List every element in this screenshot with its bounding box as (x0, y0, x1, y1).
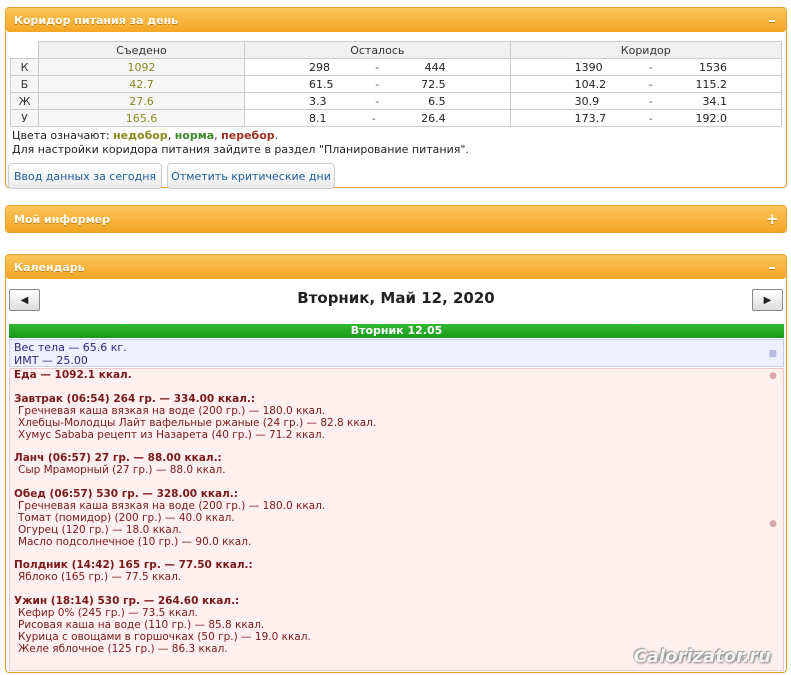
legend-under: недобор (113, 129, 168, 142)
corridor-range: 1390-1536 (509, 58, 783, 76)
collapse-icon[interactable]: – (766, 11, 778, 29)
row-label: Б (10, 75, 39, 93)
site-watermark: Calorizator.ru (633, 646, 771, 667)
corridor-range: 173.7-192.0 (509, 109, 783, 127)
legend-norm: норма (174, 129, 215, 142)
left-range: 3.3-6.5 (244, 92, 511, 110)
bmi-line: ИМТ — 25.00 (14, 354, 88, 367)
expand-icon[interactable]: + (766, 210, 779, 228)
corridor-table: Съедено Осталось Коридор К 1092 298-444 139… (10, 41, 783, 127)
food-box[interactable]: ● ● Еда — 1092.1 ккал. Завтрак (06:54) 26… (9, 368, 784, 671)
food-marker-icon: ● (769, 371, 777, 381)
weight-marker-icon: ■ (768, 349, 777, 359)
food-item: Хумус Sababa рецепт из Назарета (40 гр.)… (18, 428, 325, 441)
color-legend: Цвета означают: недобор, норма, перебор.… (12, 129, 469, 156)
row-label: У (10, 109, 39, 127)
calendar-panel-title: Календарь (14, 260, 85, 274)
left-range: 61.5-72.5 (244, 75, 511, 93)
prev-day-button[interactable]: ◀ (9, 289, 40, 311)
arrow-left-icon: ◀ (20, 294, 29, 306)
col-eaten: Съедено (38, 41, 245, 59)
settings-note: Для настройки коридора питания зайдите в… (12, 143, 469, 156)
food-item: Сыр Мраморный (27 гр.) — 88.0 ккал. (18, 464, 226, 477)
corridor-range: 104.2-115.2 (509, 75, 783, 93)
corridor-panel-title: Коридор питания за день (14, 13, 179, 27)
arrow-right-icon: ▶ (763, 294, 772, 306)
food-item: Курица с овощами в горшочках (50 гр.) — … (18, 630, 311, 643)
food-item: Огурец (120 гр.) — 18.0 ккал. (18, 523, 182, 536)
informer-panel-title: Мой информер (14, 212, 111, 226)
eaten-value: 165.6 (38, 109, 245, 127)
food-item: Томат (помидор) (200 гр.) — 40.0 ккал. (18, 511, 235, 524)
corridor-panel-header[interactable]: Коридор питания за день – (6, 8, 786, 32)
legend-over: перебор (221, 129, 275, 142)
row-label: К (10, 58, 39, 76)
food-item: Хлебцы-Молодцы Лайт вафельные ржаные (24… (18, 416, 377, 429)
food-item: Яблоко (165 гр.) — 77.5 ккал. (18, 571, 182, 584)
informer-panel: Мой информер + (5, 205, 787, 233)
day-header[interactable]: Вторник 12.05 (9, 324, 784, 338)
col-left: Осталось (244, 41, 511, 59)
corridor-range: 30.9-34.1 (509, 92, 783, 110)
eaten-value: 27.6 (38, 92, 245, 110)
eaten-value: 42.7 (38, 75, 245, 93)
weight-line: Вес тела — 65.6 кг. (14, 341, 127, 354)
row-label: Ж (10, 92, 39, 110)
meal-header: Завтрак (06:54) 264 гр. — 334.00 ккал.: (14, 392, 256, 405)
enter-today-data-button[interactable]: Ввод данных за сегодня (8, 163, 162, 189)
left-range: 298-444 (244, 58, 511, 76)
left-range: 8.1-26.4 (244, 109, 511, 127)
next-day-button[interactable]: ▶ (752, 289, 783, 311)
mark-critical-days-button[interactable]: Отметить критические дни (167, 163, 335, 189)
weight-box[interactable]: Вес тела — 65.6 кг. ИМТ — 25.00 ■ (9, 339, 784, 367)
meal-header: Еда — 1092.1 ккал. (14, 369, 132, 381)
corridor-panel: Коридор питания за день – Съедено Остало… (5, 7, 787, 189)
calendar-date-title: Вторник, Май 12, 2020 (297, 289, 495, 307)
collapse-icon[interactable]: – (766, 258, 778, 276)
calendar-panel: Календарь – Вторник, Май 12, 2020 ◀ ▶ Вт… (5, 254, 787, 673)
informer-panel-header[interactable]: Мой информер + (6, 206, 786, 232)
corridor-row: К 1092 298-444 1390-1536 (10, 58, 783, 76)
calendar-panel-header[interactable]: Календарь – (6, 255, 786, 279)
col-corridor: Коридор (509, 41, 783, 59)
corridor-row: У 165.6 8.1-26.4 173.7-192.0 (10, 109, 783, 127)
food-item: Гречневая каша вязкая на воде (200 гр.) … (18, 404, 326, 417)
eaten-value: 1092 (38, 58, 245, 76)
food-marker-icon: ● (769, 519, 777, 529)
food-item: Масло подсолнечное (10 гр.) — 90.0 ккал. (18, 535, 252, 548)
corridor-row: Ж 27.6 3.3-6.5 30.9-34.1 (10, 92, 783, 110)
corridor-row: Б 42.7 61.5-72.5 104.2-115.2 (10, 75, 783, 93)
